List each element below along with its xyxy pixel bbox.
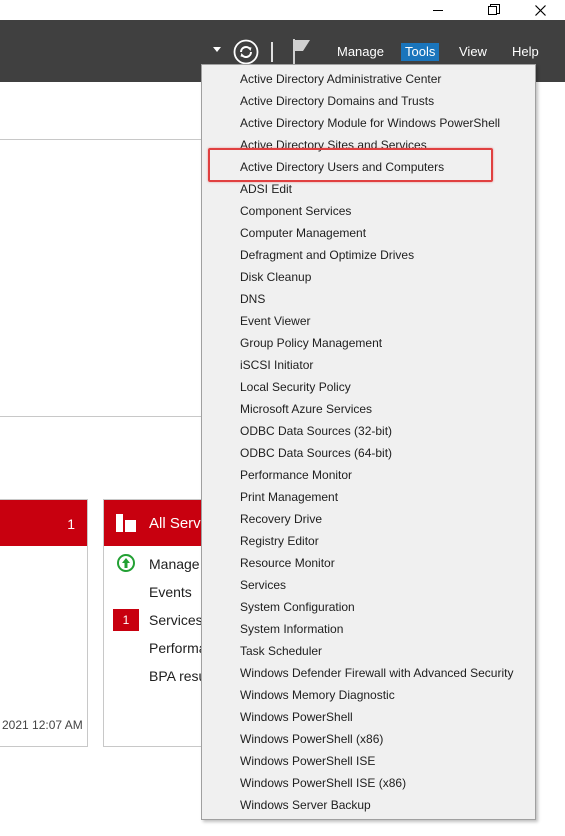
menu-item-system-information[interactable]: System Information — [240, 618, 343, 640]
menu-item-odbc-data-sources-32-bit[interactable]: ODBC Data Sources (32-bit) — [240, 420, 392, 442]
server-group-tile[interactable]: 1 2021 12:07 AM — [0, 499, 88, 747]
tile-timestamp: 2021 12:07 AM — [2, 718, 83, 732]
up-arrow-status-icon — [117, 554, 135, 572]
menu-item-iscsi-initiator[interactable]: iSCSI Initiator — [240, 354, 313, 376]
tile-item-manageability[interactable]: Manage — [149, 556, 200, 572]
divider — [0, 416, 201, 417]
menu-item-windows-powershell-x86[interactable]: Windows PowerShell (x86) — [240, 728, 383, 750]
menu-item-print-management[interactable]: Print Management — [240, 486, 338, 508]
menu-item-system-configuration[interactable]: System Configuration — [240, 596, 355, 618]
tile-count: 1 — [67, 516, 75, 532]
menu-item-performance-monitor[interactable]: Performance Monitor — [240, 464, 352, 486]
notifications-flag-icon[interactable] — [290, 37, 312, 65]
menu-tools[interactable]: Tools — [401, 43, 440, 61]
menu-view[interactable]: View — [455, 43, 491, 61]
menu-item-windows-defender-firewall-with-advanced-security[interactable]: Windows Defender Firewall with Advanced … — [240, 662, 513, 684]
restore-button[interactable] — [474, 0, 514, 20]
menu-item-dns[interactable]: DNS — [240, 288, 265, 310]
menu-item-windows-server-backup[interactable]: Windows Server Backup — [240, 794, 371, 816]
minimize-icon — [433, 9, 443, 11]
menu-item-windows-powershell-ise[interactable]: Windows PowerShell ISE — [240, 750, 375, 772]
divider — [0, 139, 201, 140]
close-button[interactable] — [520, 0, 560, 20]
tile-header: 1 — [0, 500, 87, 546]
tile-title: All Serv — [149, 515, 201, 532]
menu-item-active-directory-administrative-center[interactable]: Active Directory Administrative Center — [240, 68, 441, 90]
menu-item-registry-editor[interactable]: Registry Editor — [240, 530, 319, 552]
tile-header: All Serv — [104, 500, 214, 546]
menu-item-windows-memory-diagnostic[interactable]: Windows Memory Diagnostic — [240, 684, 395, 706]
menu-item-recovery-drive[interactable]: Recovery Drive — [240, 508, 322, 530]
chevron-down-icon[interactable] — [213, 47, 221, 52]
menu-item-disk-cleanup[interactable]: Disk Cleanup — [240, 266, 311, 288]
menu-item-defragment-and-optimize-drives[interactable]: Defragment and Optimize Drives — [240, 244, 414, 266]
tile-item-bpa-results[interactable]: BPA resu — [149, 668, 206, 684]
refresh-icon[interactable] — [233, 39, 259, 65]
title-bar — [0, 0, 565, 20]
restore-icon — [488, 4, 500, 15]
menu-item-component-services[interactable]: Component Services — [240, 200, 351, 222]
menu-item-active-directory-domains-and-trusts[interactable]: Active Directory Domains and Trusts — [240, 90, 434, 112]
menu-item-group-policy-management[interactable]: Group Policy Management — [240, 332, 382, 354]
menu-item-windows-powershell[interactable]: Windows PowerShell — [240, 706, 353, 728]
menu-item-windows-powershell-ise-x86[interactable]: Windows PowerShell ISE (x86) — [240, 772, 406, 794]
menu-item-local-security-policy[interactable]: Local Security Policy — [240, 376, 351, 398]
menu-item-event-viewer[interactable]: Event Viewer — [240, 310, 310, 332]
menu-item-services[interactable]: Services — [240, 574, 286, 596]
toolbar-separator — [271, 42, 273, 62]
tile-item-performance[interactable]: Performa — [149, 640, 207, 656]
menu-help[interactable]: Help — [508, 43, 543, 61]
minimize-button[interactable] — [418, 0, 458, 20]
tile-item-services[interactable]: Services — [149, 612, 203, 628]
services-badge: 1 — [113, 609, 139, 631]
menu-item-microsoft-azure-services[interactable]: Microsoft Azure Services — [240, 398, 372, 420]
menu-item-computer-management[interactable]: Computer Management — [240, 222, 366, 244]
menu-item-task-scheduler[interactable]: Task Scheduler — [240, 640, 322, 662]
servers-icon — [116, 514, 136, 532]
highlight-box — [208, 148, 493, 182]
tile-item-events[interactable]: Events — [149, 584, 192, 600]
menu-item-active-directory-module-for-windows-powershell[interactable]: Active Directory Module for Windows Powe… — [240, 112, 500, 134]
menu-item-resource-monitor[interactable]: Resource Monitor — [240, 552, 335, 574]
all-servers-tile[interactable]: All Serv Manage Events 1 Services Perfor… — [103, 499, 215, 747]
menu-manage[interactable]: Manage — [333, 43, 388, 61]
close-icon — [534, 4, 546, 16]
menu-item-odbc-data-sources-64-bit[interactable]: ODBC Data Sources (64-bit) — [240, 442, 392, 464]
